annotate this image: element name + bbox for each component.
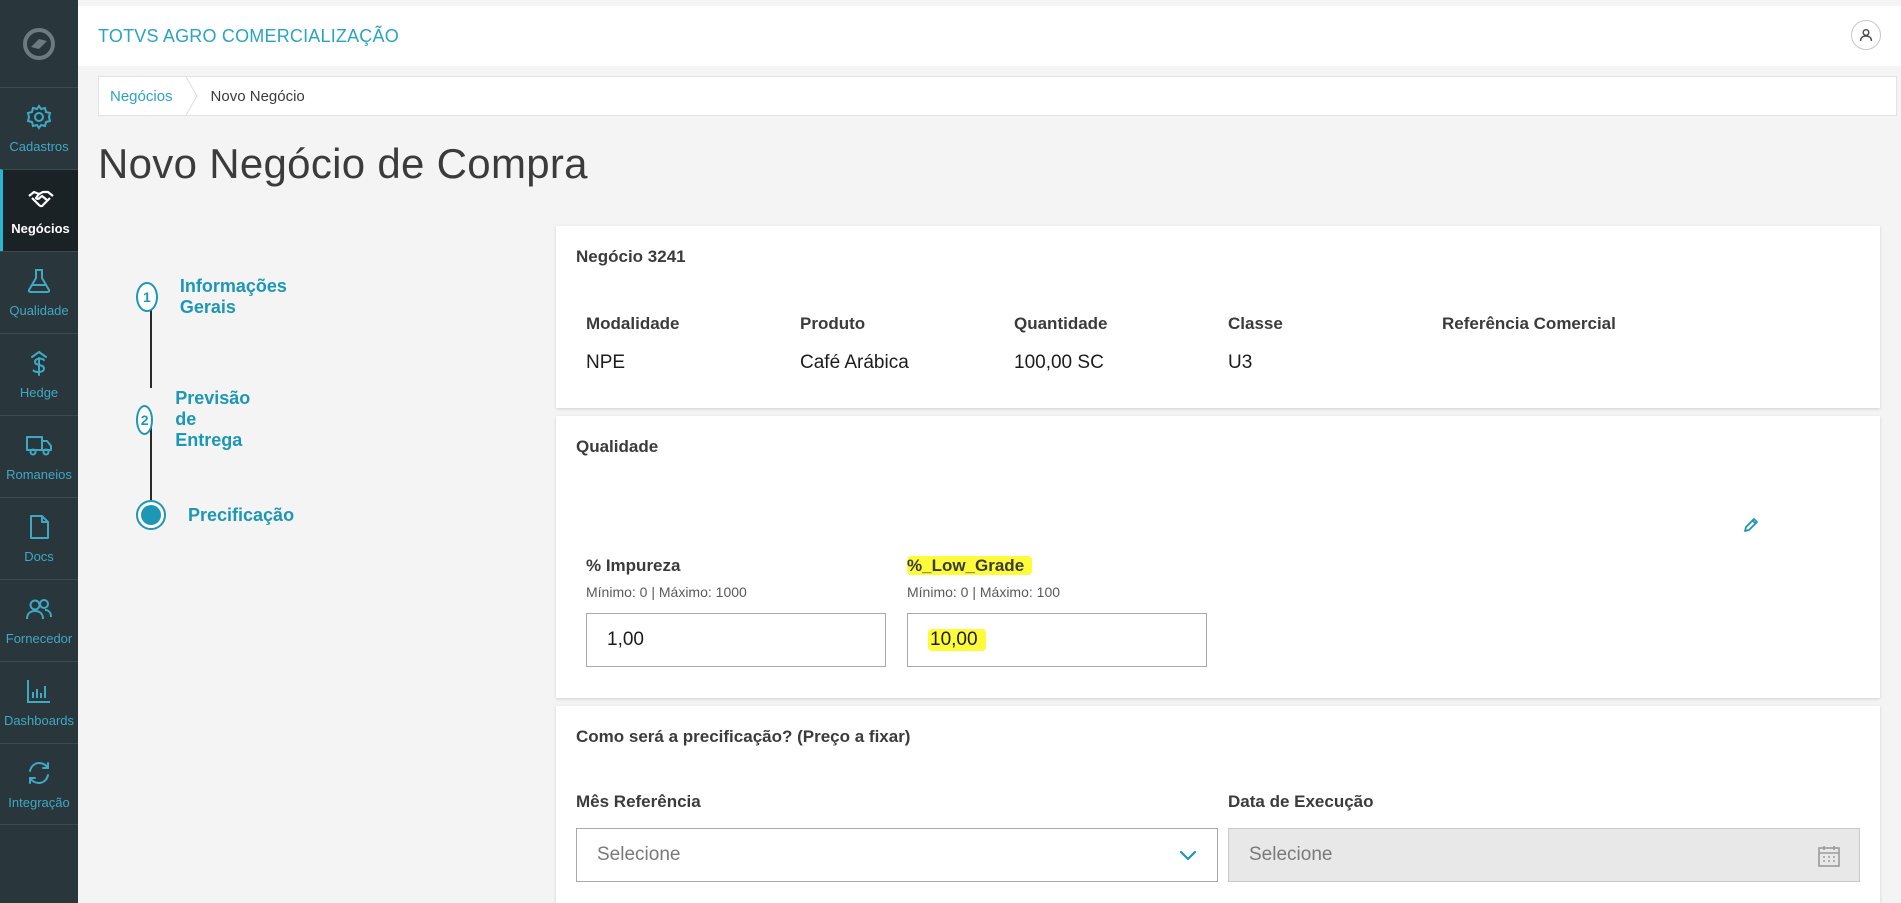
breadcrumb: Negócios Novo Negócio <box>98 76 1897 116</box>
mes-referencia-select[interactable]: Selecione <box>576 828 1218 882</box>
produto-value: Café Arábica <box>800 352 909 373</box>
sidebar-item-label: Integração <box>8 794 70 810</box>
low-grade-label: %_Low_Grade <box>907 556 1033 576</box>
sidebar-item-qualidade[interactable]: Qualidade <box>0 251 78 333</box>
step-current-indicator <box>136 500 166 530</box>
breadcrumb-link-negocios[interactable]: Negócios <box>99 88 185 105</box>
data-execucao-input[interactable]: Selecione <box>1228 828 1860 882</box>
step-previsao-entrega[interactable]: 2 Previsão de Entrega <box>136 388 263 451</box>
sidebar: Cadastros Negócios Qualidade Hedge Roman… <box>0 0 78 903</box>
step-number: 1 <box>136 282 158 312</box>
referencia-comercial-label: Referência Comercial <box>1442 314 1616 333</box>
impureza-label: % Impureza <box>586 556 681 575</box>
deal-title: Negócio 3241 <box>576 247 686 266</box>
flask-icon <box>27 269 51 293</box>
breadcrumb-separator <box>185 76 199 116</box>
top-header: TOTVS AGRO COMERCIALIZAÇÃO <box>78 6 1901 66</box>
user-icon <box>1859 29 1873 42</box>
deal-summary-card: Negócio 3241 Modalidade NPE Produto Café… <box>556 226 1880 408</box>
step-label: Precificação <box>188 504 295 525</box>
low-grade-hint: Mínimo: 0 | Máximo: 100 <box>907 584 1061 600</box>
step-informacoes-gerais[interactable]: 1 Informações Gerais <box>136 276 295 318</box>
calendar-icon <box>1818 846 1840 867</box>
chevron-down-icon <box>1179 850 1197 861</box>
logo-icon <box>23 27 55 60</box>
dollar-icon <box>31 350 47 376</box>
edit-quality-button[interactable] <box>1742 516 1760 539</box>
sidebar-item-label: Qualidade <box>9 303 69 318</box>
sync-icon <box>29 761 49 784</box>
quality-title: Qualidade <box>576 437 659 456</box>
sidebar-item-label: Cadastros <box>9 139 69 154</box>
sidebar-item-hedge[interactable]: Hedge <box>0 333 78 415</box>
document-icon <box>30 515 49 539</box>
step-label: Informações Gerais <box>179 276 287 317</box>
page-title: Novo Negócio de Compra <box>98 140 588 187</box>
sidebar-item-label: Hedge <box>19 385 59 400</box>
data-execucao-placeholder: Selecione <box>1249 844 1333 865</box>
pricing-card: Como será a precificação? (Preço a fixar… <box>556 706 1880 903</box>
sidebar-item-dashboards[interactable]: Dashboards <box>0 661 78 743</box>
bar-chart-icon <box>27 680 50 703</box>
stepper-connector <box>150 306 152 388</box>
low-grade-label-text: %_Low_Grade <box>907 556 1033 575</box>
quantidade-value: 100,00 SC <box>1014 352 1104 373</box>
sidebar-item-label: Docs <box>24 549 54 564</box>
gear-icon <box>26 104 52 130</box>
sidebar-item-fornecedor[interactable]: Fornecedor <box>0 579 78 661</box>
mes-referencia-placeholder: Selecione <box>597 844 681 865</box>
sidebar-item-cadastros[interactable]: Cadastros <box>0 87 78 169</box>
modalidade-label: Modalidade <box>586 314 680 333</box>
pricing-title: Como será a precificação? (Preço a fixar… <box>576 727 911 746</box>
pencil-icon <box>1744 518 1758 532</box>
classe-label: Classe <box>1228 314 1283 333</box>
classe-value: U3 <box>1228 352 1253 373</box>
mes-referencia-label: Mês Referência <box>576 792 701 811</box>
sidebar-item-romaneios[interactable]: Romaneios <box>0 415 78 497</box>
users-icon <box>26 599 52 620</box>
sidebar-item-label: Fornecedor <box>5 631 73 646</box>
quantidade-label: Quantidade <box>1014 314 1108 333</box>
data-execucao-label: Data de Execução <box>1228 792 1374 811</box>
sidebar-item-label: Dashboards <box>3 713 75 728</box>
sidebar-item-integracao[interactable]: Integração <box>0 743 78 825</box>
impureza-input-value: 1,00 <box>607 629 644 650</box>
low-grade-input[interactable]: 10,00 <box>907 613 1207 667</box>
sidebar-item-label: Romaneios <box>6 467 72 482</box>
low-grade-input-value: 10,00 <box>928 629 986 651</box>
truck-icon <box>26 436 52 456</box>
step-precificacao[interactable]: Precificação <box>136 500 294 530</box>
user-menu-button[interactable] <box>1851 20 1881 50</box>
quality-card: Qualidade % Impureza Mínimo: 0 | Máximo:… <box>556 416 1880 698</box>
handshake-icon <box>27 190 54 208</box>
sidebar-item-negocios[interactable]: Negócios <box>0 169 78 251</box>
produto-label: Produto <box>800 314 866 333</box>
impureza-hint: Mínimo: 0 | Máximo: 1000 <box>586 584 747 600</box>
step-label: Previsão de Entrega <box>175 388 251 450</box>
sidebar-item-docs[interactable]: Docs <box>0 497 78 579</box>
app-title: TOTVS AGRO COMERCIALIZAÇÃO <box>98 26 399 46</box>
modalidade-value: NPE <box>586 352 626 373</box>
step-number: 2 <box>136 404 154 435</box>
impureza-input[interactable]: 1,00 <box>586 613 886 667</box>
breadcrumb-current: Novo Negócio <box>210 87 305 105</box>
app-logo[interactable] <box>0 0 78 87</box>
sidebar-item-label: Negócios <box>11 221 70 236</box>
